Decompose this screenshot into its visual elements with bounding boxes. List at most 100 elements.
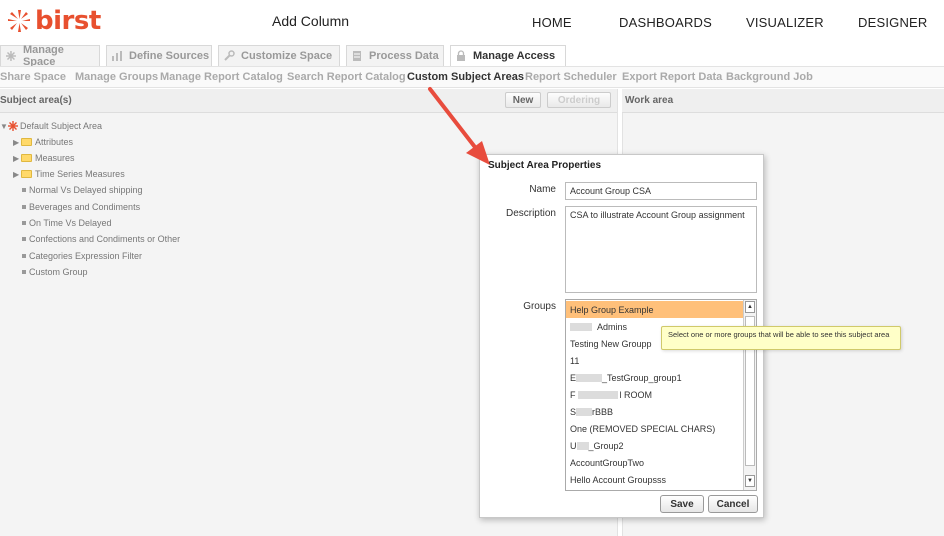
description-field[interactable]: CSA to illustrate Account Group assignme… <box>565 206 757 293</box>
group-label: _TestGroup_group1 <box>602 372 682 383</box>
tree-item-label: Beverages and Condiments <box>29 202 141 212</box>
expand-right-icon[interactable]: ▶ <box>13 170 21 179</box>
tree-item-label: On Time Vs Delayed <box>29 218 112 228</box>
birst-logo-icon <box>8 10 30 32</box>
bullet-icon <box>22 237 26 241</box>
redacted-text <box>576 441 589 450</box>
groups-tooltip: Select one or more groups that will be a… <box>661 326 901 350</box>
tab-define-sources[interactable]: Define Sources <box>106 45 212 66</box>
folder-label: Measures <box>35 153 75 163</box>
groups-label: Groups <box>523 301 556 312</box>
group-label-prefix: F <box>570 389 576 400</box>
subnav-share-space[interactable]: Share Space <box>0 71 66 83</box>
group-item[interactable]: Fl ROOM <box>566 386 744 403</box>
top-header: birst Add Column HOME DASHBOARDS VISUALI… <box>0 0 944 44</box>
expand-right-icon[interactable]: ▶ <box>13 154 21 163</box>
define-sources-icon <box>112 51 122 61</box>
bullet-icon <box>22 188 26 192</box>
subnav-manage-groups[interactable]: Manage Groups <box>75 71 158 83</box>
group-label: rBBB <box>592 406 614 417</box>
bullet-icon <box>22 221 26 225</box>
new-button[interactable]: New <box>505 92 541 108</box>
tab-manage-access[interactable]: Manage Access <box>450 45 566 66</box>
save-button[interactable]: Save <box>660 495 704 513</box>
group-item[interactable]: Hello Account Groupsss <box>566 471 744 488</box>
nav-designer[interactable]: DESIGNER <box>858 15 928 30</box>
group-item[interactable]: AccountGroupTwo <box>566 454 744 471</box>
bullet-icon <box>22 270 26 274</box>
group-label: AccountGroupTwo <box>570 457 645 468</box>
tab-label: Manage Access <box>473 50 556 62</box>
tree-item[interactable]: Beverages and Condiments <box>22 202 140 212</box>
folder-label: Attributes <box>35 137 74 147</box>
redacted-text <box>570 322 592 331</box>
expand-right-icon[interactable]: ▶ <box>13 138 21 147</box>
page-title: Add Column <box>272 13 350 29</box>
group-item[interactable]: SrBBB <box>566 403 744 420</box>
group-item[interactable]: One (REMOVED SPECIAL CHARS) <box>566 420 744 437</box>
cancel-button[interactable]: Cancel <box>708 495 758 513</box>
nav-dashboards[interactable]: DASHBOARDS <box>619 15 712 30</box>
tree-item[interactable]: On Time Vs Delayed <box>22 218 112 228</box>
bullet-icon <box>22 205 26 209</box>
manage-space-icon <box>5 51 16 61</box>
tree-root[interactable]: ▼ Default Subject Area <box>0 121 102 131</box>
nav-home[interactable]: HOME <box>532 15 572 30</box>
tab-customize-space[interactable]: Customize Space <box>218 45 340 66</box>
redacted-text <box>577 390 618 399</box>
tree-folder[interactable]: ▶ Measures <box>13 153 75 163</box>
tree-item-label: Normal Vs Delayed shipping <box>29 185 143 195</box>
tree-item[interactable]: Confections and Condiments or Other <box>22 234 180 244</box>
ordering-button[interactable]: Ordering <box>547 92 611 108</box>
tree-folder[interactable]: ▶ Time Series Measures <box>13 169 125 179</box>
group-item[interactable]: U _Group2 <box>566 437 744 454</box>
group-item[interactable]: E _TestGroup_group1 <box>566 369 744 386</box>
group-label: Testing New Groupp <box>570 338 652 349</box>
name-field[interactable]: Account Group CSA <box>565 182 757 200</box>
tree-item-label: Categories Expression Filter <box>29 251 143 261</box>
work-area-header: Work area <box>622 89 944 113</box>
folder-icon <box>21 138 32 146</box>
annotation-arrow-icon <box>428 87 490 165</box>
module-tabs: Manage Space Define Sources Customize Sp… <box>0 44 944 68</box>
folder-label: Time Series Measures <box>35 169 125 179</box>
tab-manage-space[interactable]: Manage Space <box>0 44 100 68</box>
group-label: _Group2 <box>588 440 624 451</box>
scroll-down-icon[interactable]: ▼ <box>745 475 755 487</box>
subject-areas-header: Subject area(s) New Ordering <box>0 89 617 113</box>
tree-item-label: Confections and Condiments or Other <box>29 234 181 244</box>
subject-area-icon <box>8 121 18 131</box>
bullet-icon <box>22 254 26 258</box>
tree-item[interactable]: Categories Expression Filter <box>22 251 142 261</box>
tab-label: Define Sources <box>129 50 210 62</box>
folder-icon <box>21 154 32 162</box>
subnav-manage-report-catalog[interactable]: Manage Report Catalog <box>160 71 283 83</box>
group-label: 11 <box>570 355 580 366</box>
logo-text: birst <box>35 6 101 36</box>
redacted-text <box>576 373 603 382</box>
group-label: One (REMOVED SPECIAL CHARS) <box>570 423 716 434</box>
process-data-icon <box>353 51 361 61</box>
tab-process-data[interactable]: Process Data <box>346 45 444 66</box>
subnav-custom-subject-areas[interactable]: Custom Subject Areas <box>407 71 524 83</box>
tree-folder[interactable]: ▶ Attributes <box>13 137 73 147</box>
scroll-up-icon[interactable]: ▲ <box>745 301 755 313</box>
subnav-report-scheduler[interactable]: Report Scheduler <box>525 71 617 83</box>
expand-down-icon[interactable]: ▼ <box>0 122 8 131</box>
dialog-title: Subject Area Properties <box>488 160 602 171</box>
tab-label: Manage Space <box>22 44 64 68</box>
group-label: Help Group Example <box>570 304 654 315</box>
tree-item[interactable]: Custom Group <box>22 267 88 277</box>
subnav-search-report-catalog[interactable]: Search Report Catalog <box>287 71 406 83</box>
group-label: l ROOM <box>619 389 653 400</box>
group-item[interactable]: 11 <box>566 352 744 369</box>
birst-logo[interactable]: birst <box>6 6 101 36</box>
nav-visualizer[interactable]: VISUALIZER <box>746 15 824 30</box>
tree-item[interactable]: Normal Vs Delayed shipping <box>22 185 143 195</box>
subnav-export-report-data[interactable]: Export Report Data <box>622 71 722 83</box>
group-label: Hello Account Groupsss <box>570 474 667 485</box>
group-item[interactable]: Help Group Example <box>566 301 744 318</box>
tab-label: Process Data <box>369 50 439 62</box>
lock-icon <box>457 50 465 61</box>
subnav-background-job[interactable]: Background Job <box>726 71 813 83</box>
